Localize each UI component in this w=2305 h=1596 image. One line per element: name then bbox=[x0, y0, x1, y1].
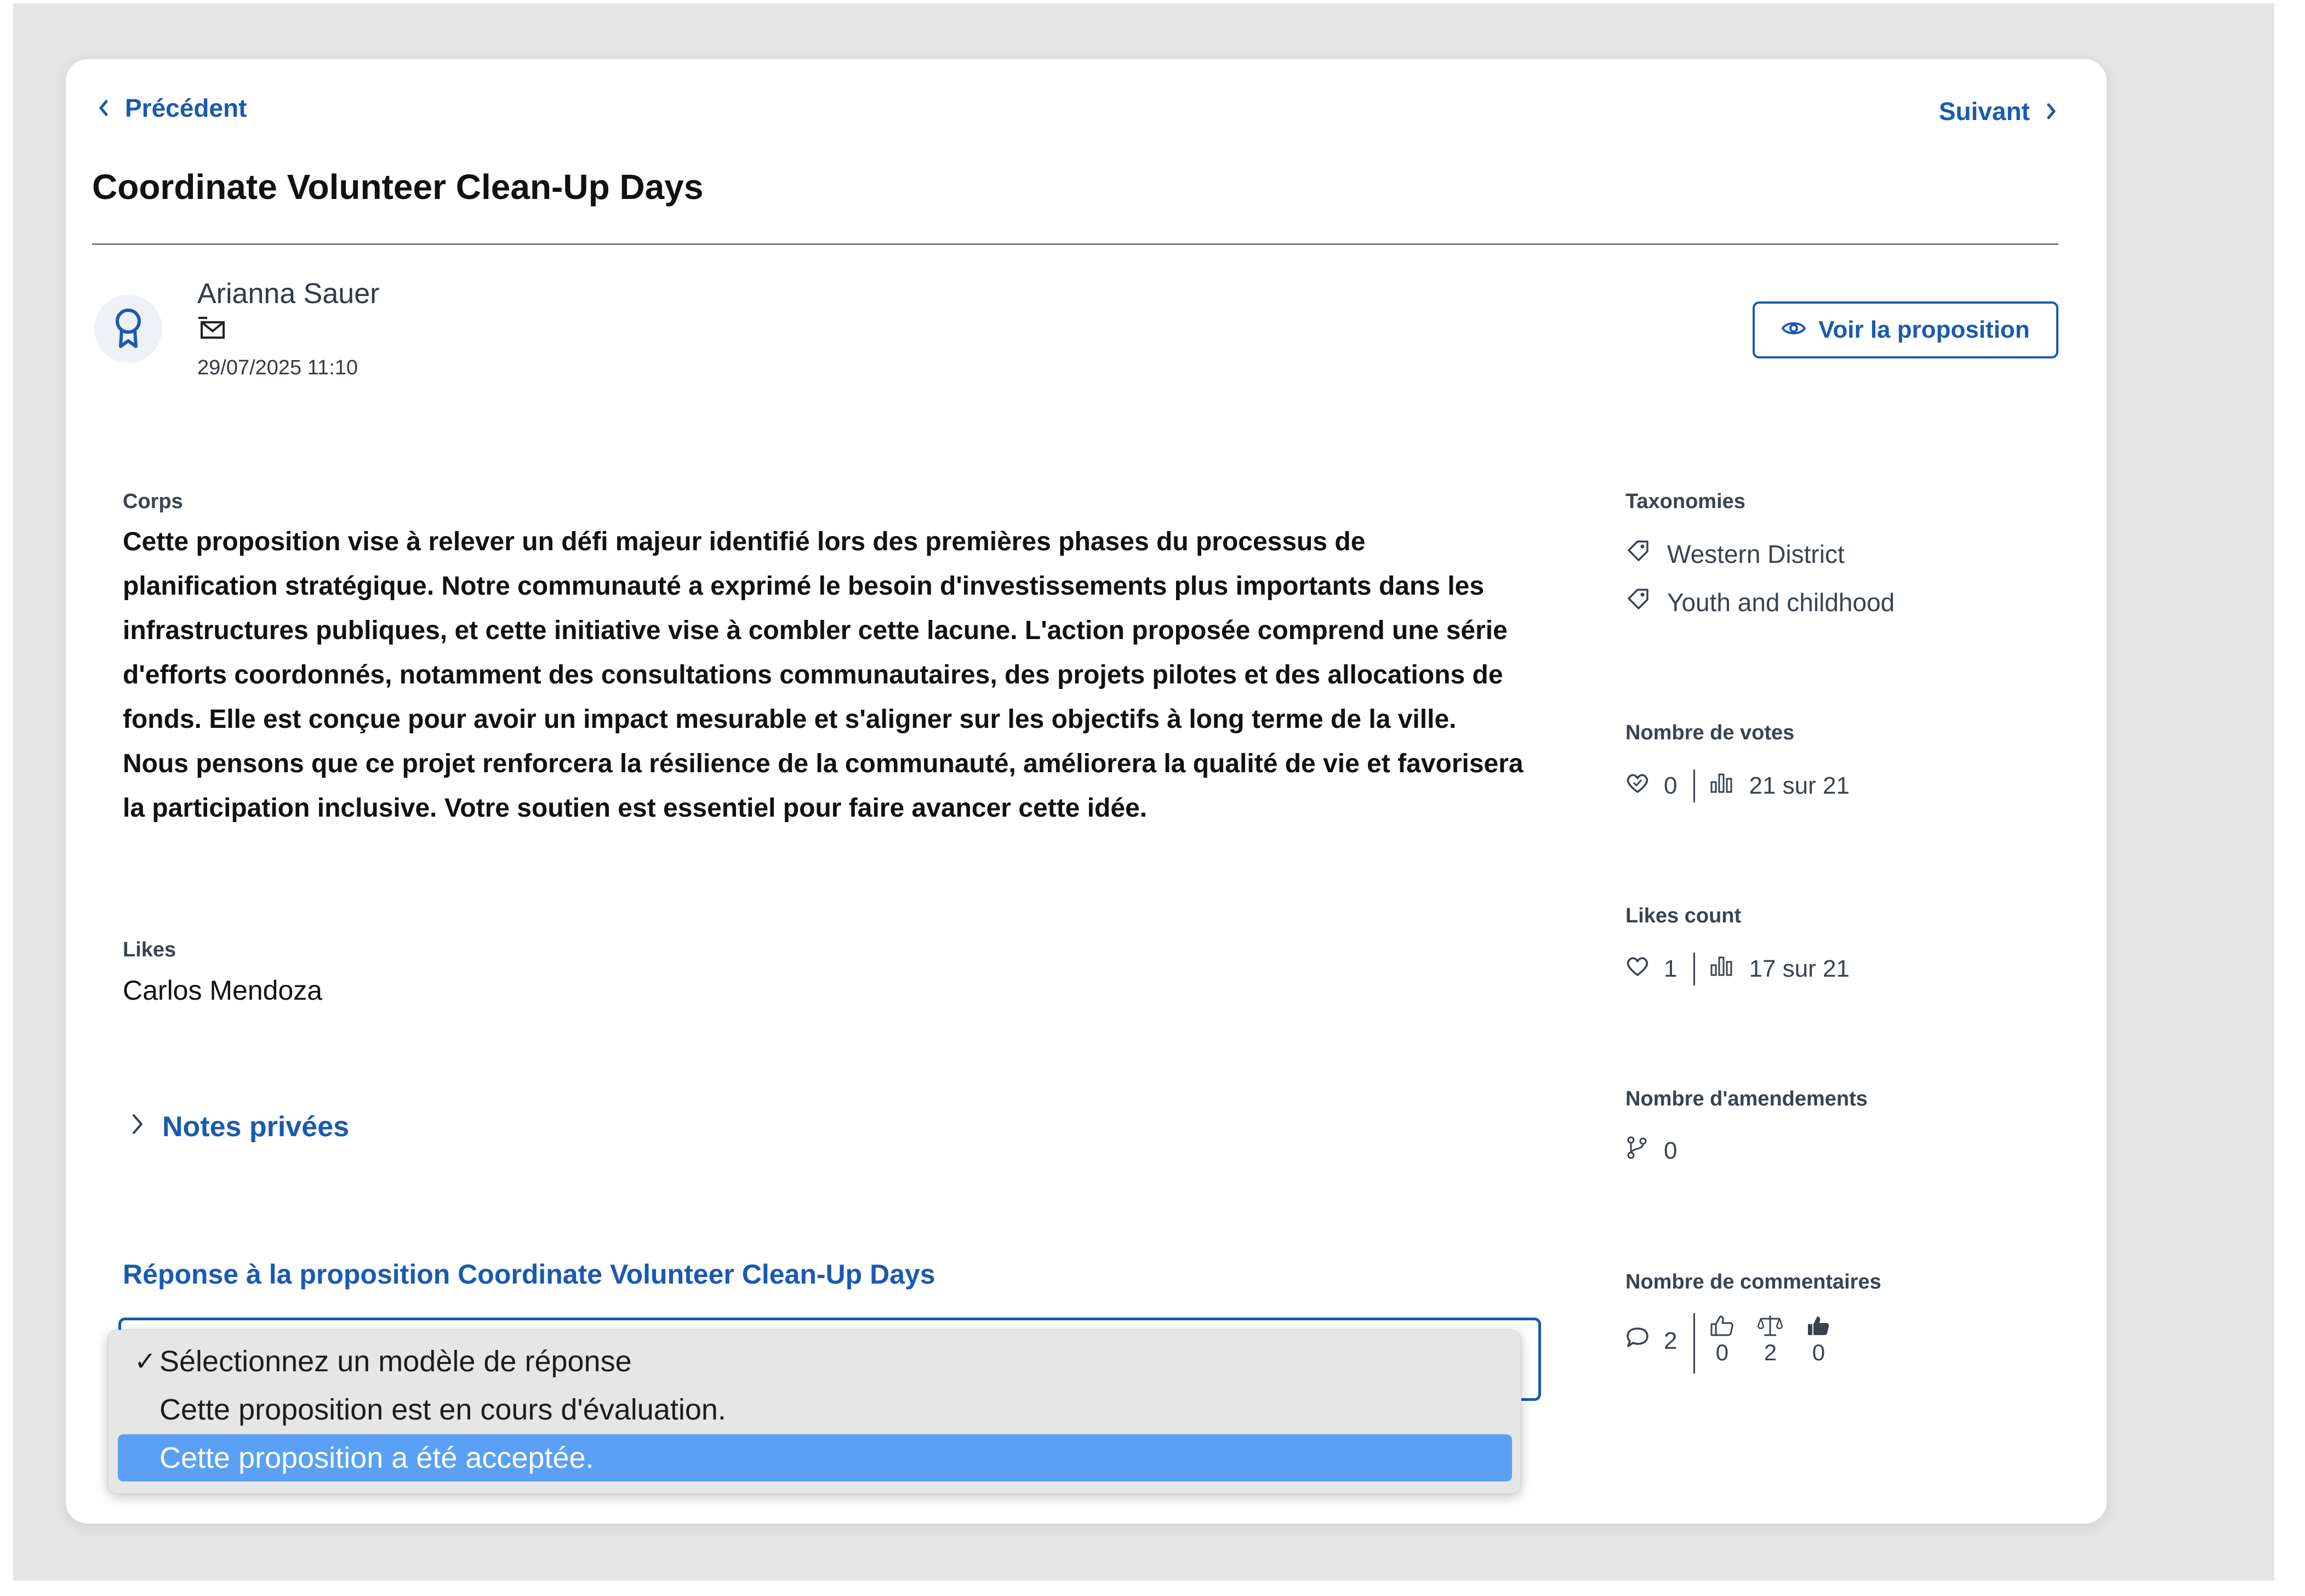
amendments-count: 0 bbox=[1664, 1137, 1678, 1164]
separator bbox=[1693, 1313, 1696, 1373]
comments-count: 2 bbox=[1664, 1327, 1678, 1354]
view-proposal-button[interactable]: Voir la proposition bbox=[1753, 301, 2058, 358]
title-divider bbox=[92, 243, 2058, 245]
response-title: Réponse à la proposition Coordinate Volu… bbox=[123, 1259, 935, 1290]
eye-icon bbox=[1781, 316, 1806, 344]
private-notes-toggle[interactable]: Notes privées bbox=[130, 1110, 349, 1143]
proposal-card: Précédent Suivant Coordinate Volunteer C… bbox=[66, 59, 2107, 1524]
dropdown-option[interactable]: Cette proposition est en cours d'évaluat… bbox=[118, 1386, 1512, 1433]
page-title: Coordinate Volunteer Clean-Up Days bbox=[92, 167, 704, 207]
previous-label: Précédent bbox=[125, 94, 247, 122]
tag-icon bbox=[1625, 586, 1651, 618]
taxonomy-label: Youth and childhood bbox=[1667, 588, 1895, 617]
vote-heart-icon bbox=[1625, 772, 1650, 800]
likes-count-value: 1 bbox=[1664, 955, 1678, 982]
chevron-right-icon bbox=[130, 1110, 145, 1143]
positive-comments: 0 bbox=[1709, 1313, 1735, 1366]
tag-icon bbox=[1625, 538, 1651, 569]
check-icon: ✓ bbox=[134, 1347, 157, 1376]
likes-count-stats: 1 17 sur 21 bbox=[1625, 953, 1850, 985]
scale-icon bbox=[1758, 1313, 1783, 1340]
bar-chart-icon bbox=[1709, 772, 1733, 800]
chevron-right-icon bbox=[2045, 102, 2057, 121]
comments-stats: 2 0 2 0 bbox=[1625, 1313, 1831, 1373]
comment-alignment: 0 2 0 bbox=[1709, 1313, 1831, 1366]
option-label: Sélectionnez un modèle de réponse bbox=[159, 1345, 632, 1378]
response-template-dropdown: ✓ Sélectionnez un modèle de réponse Cett… bbox=[107, 1330, 1521, 1494]
next-link[interactable]: Suivant bbox=[1939, 96, 2057, 126]
author-date: 29/07/2025 11:10 bbox=[197, 356, 358, 379]
avatar bbox=[94, 295, 162, 363]
taxonomy-item[interactable]: Youth and childhood bbox=[1625, 586, 1895, 618]
heart-icon bbox=[1625, 955, 1650, 983]
previous-link[interactable]: Précédent bbox=[98, 93, 247, 123]
next-label: Suivant bbox=[1938, 97, 2030, 126]
separator bbox=[1693, 953, 1696, 985]
thumbs-up-outline-icon bbox=[1709, 1313, 1735, 1340]
votes-label: Nombre de votes bbox=[1625, 721, 1795, 744]
option-label: Cette proposition est en cours d'évaluat… bbox=[159, 1393, 726, 1426]
body-text: Cette proposition vise à relever un défi… bbox=[123, 527, 1524, 823]
likes-label: Likes bbox=[123, 938, 176, 961]
amendments-stats: 0 bbox=[1625, 1136, 1677, 1166]
comments-label: Nombre de commentaires bbox=[1625, 1270, 1881, 1293]
negative-count: 0 bbox=[1812, 1340, 1825, 1365]
dropdown-option[interactable]: ✓ Sélectionnez un modèle de réponse bbox=[118, 1338, 1512, 1385]
negative-comments: 0 bbox=[1806, 1313, 1831, 1366]
positive-count: 0 bbox=[1715, 1340, 1729, 1365]
bar-chart-icon bbox=[1709, 955, 1733, 983]
taxonomies-label: Taxonomies bbox=[1625, 490, 1745, 513]
taxonomy-item[interactable]: Western District bbox=[1625, 538, 1845, 569]
comment-icon bbox=[1625, 1326, 1650, 1355]
thumbs-up-filled-icon bbox=[1806, 1313, 1831, 1340]
likes-value: Carlos Mendoza bbox=[123, 975, 323, 1006]
git-branch-icon bbox=[1625, 1136, 1650, 1166]
separator bbox=[1693, 770, 1696, 802]
chevron-left-icon bbox=[98, 99, 110, 117]
votes-stats: 0 21 sur 21 bbox=[1625, 770, 1850, 802]
amendments-label: Nombre d'amendements bbox=[1625, 1087, 1868, 1110]
dropdown-option-highlighted[interactable]: Cette proposition a été acceptée. bbox=[118, 1434, 1512, 1481]
votes-count: 0 bbox=[1664, 772, 1678, 799]
likes-count-label: Likes count bbox=[1625, 904, 1742, 927]
award-icon bbox=[111, 306, 146, 352]
votes-ranking: 21 sur 21 bbox=[1749, 772, 1850, 799]
author-name: Arianna Sauer bbox=[197, 278, 380, 310]
view-proposal-label: Voir la proposition bbox=[1818, 316, 2030, 343]
private-notes-label: Notes privées bbox=[162, 1111, 350, 1143]
option-label: Cette proposition a été acceptée. bbox=[159, 1441, 594, 1474]
taxonomy-label: Western District bbox=[1667, 539, 1845, 568]
send-mail-icon[interactable] bbox=[197, 316, 227, 344]
neutral-count: 2 bbox=[1764, 1340, 1777, 1365]
body-label: Corps bbox=[123, 490, 183, 513]
likes-ranking: 17 sur 21 bbox=[1749, 955, 1850, 982]
neutral-comments: 2 bbox=[1758, 1313, 1783, 1366]
